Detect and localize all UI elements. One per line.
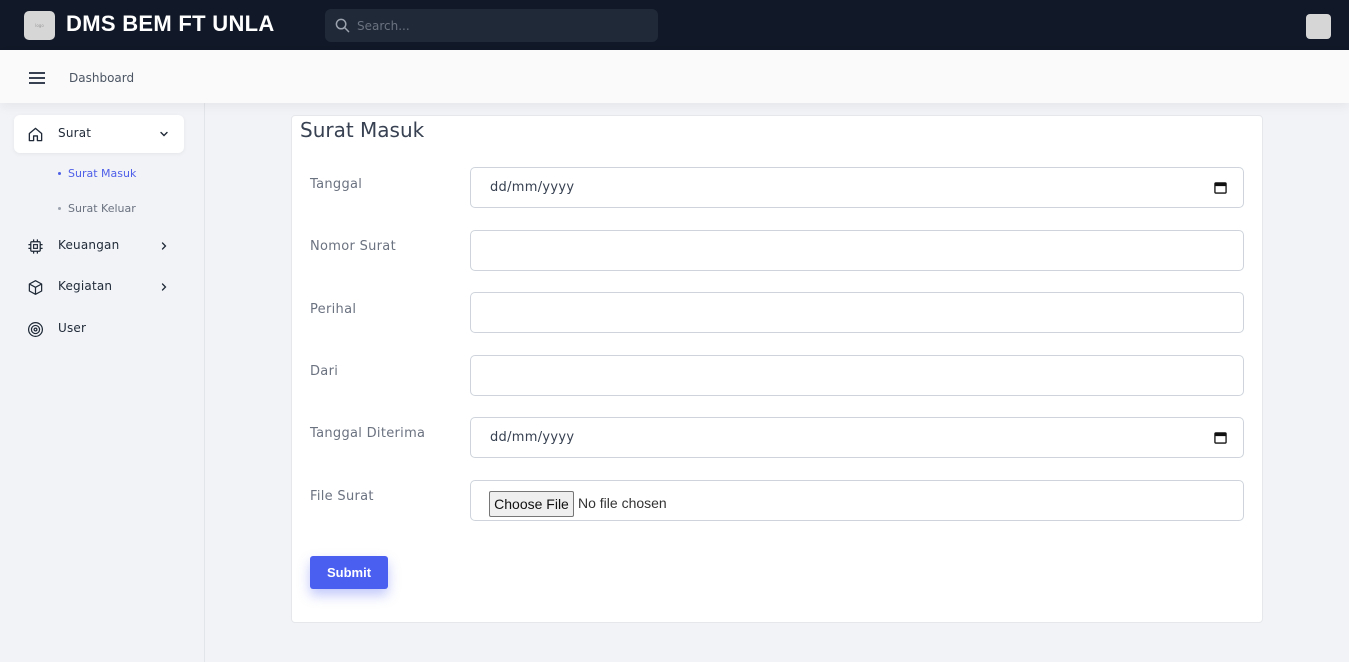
perihal-label: Perihal xyxy=(310,302,357,317)
home-icon xyxy=(28,127,43,142)
bullet-icon xyxy=(58,206,61,210)
tanggal-diterima-date-input[interactable]: dd/mm/yyyy xyxy=(470,417,1244,458)
file-surat-label: File Surat xyxy=(310,489,374,504)
page-header: Dashboard xyxy=(0,50,1349,103)
subitem-label: Surat Keluar xyxy=(68,202,136,215)
sidebar-item-label: Surat xyxy=(58,126,92,140)
breadcrumb[interactable]: Dashboard xyxy=(69,71,134,85)
chevron-right-icon xyxy=(161,283,167,291)
date-value: dd/mm/yyyy xyxy=(490,180,575,195)
calendar-icon[interactable] xyxy=(1214,431,1227,444)
tanggal-label: Tanggal xyxy=(310,177,363,192)
page-title: Surat Masuk xyxy=(300,118,425,142)
nomor-surat-input[interactable] xyxy=(470,230,1244,271)
bullet-icon xyxy=(58,171,61,175)
target-icon xyxy=(27,321,44,338)
sidebar-item-label: Keuangan xyxy=(58,238,120,252)
tanggal-diterima-label: Tanggal Diterima xyxy=(310,426,426,441)
search-input[interactable] xyxy=(357,9,647,42)
sidebar-item-user[interactable]: User xyxy=(14,310,184,348)
app-title[interactable]: DMS BEM FT UNLA xyxy=(66,11,275,37)
box-icon xyxy=(28,280,43,295)
cpu-icon xyxy=(28,239,43,254)
dari-input[interactable] xyxy=(470,355,1244,396)
form-card: Surat Masuk Tanggal dd/mm/yyyy Nomor Sur… xyxy=(291,115,1263,623)
calendar-icon[interactable] xyxy=(1214,181,1227,194)
choose-file-button[interactable]: Choose File xyxy=(489,491,574,517)
file-status-text: No file chosen xyxy=(578,495,667,511)
sidebar-item-kegiatan[interactable]: Kegiatan xyxy=(14,268,184,306)
date-value: dd/mm/yyyy xyxy=(490,430,575,445)
top-navbar: logo DMS BEM FT UNLA xyxy=(0,0,1349,50)
user-avatar[interactable] xyxy=(1306,14,1331,39)
perihal-input[interactable] xyxy=(470,292,1244,333)
menu-toggle-icon[interactable] xyxy=(29,72,45,84)
sidebar-subitem-surat-keluar[interactable]: Surat Keluar xyxy=(58,202,136,215)
submit-button[interactable]: Submit xyxy=(310,556,388,589)
tanggal-date-input[interactable]: dd/mm/yyyy xyxy=(470,167,1244,208)
search-icon xyxy=(335,18,350,33)
dari-label: Dari xyxy=(310,364,339,379)
search-box[interactable] xyxy=(325,9,658,42)
chevron-right-icon xyxy=(161,242,167,250)
chevron-down-icon xyxy=(160,131,168,137)
sidebar-item-label: User xyxy=(58,321,87,335)
app-logo[interactable]: logo xyxy=(24,11,55,40)
sidebar: Surat Surat Masuk Surat Keluar Keuangan … xyxy=(0,103,205,662)
sidebar-item-keuangan[interactable]: Keuangan xyxy=(14,227,184,265)
logo-text: logo xyxy=(35,23,44,28)
sidebar-item-label: Kegiatan xyxy=(58,279,113,293)
sidebar-item-surat[interactable]: Surat xyxy=(14,115,184,153)
sidebar-subitem-surat-masuk[interactable]: Surat Masuk xyxy=(58,167,136,180)
nomor-surat-label: Nomor Surat xyxy=(310,239,396,254)
subitem-label: Surat Masuk xyxy=(68,167,137,180)
file-surat-input[interactable]: Choose File No file chosen xyxy=(470,480,1244,521)
